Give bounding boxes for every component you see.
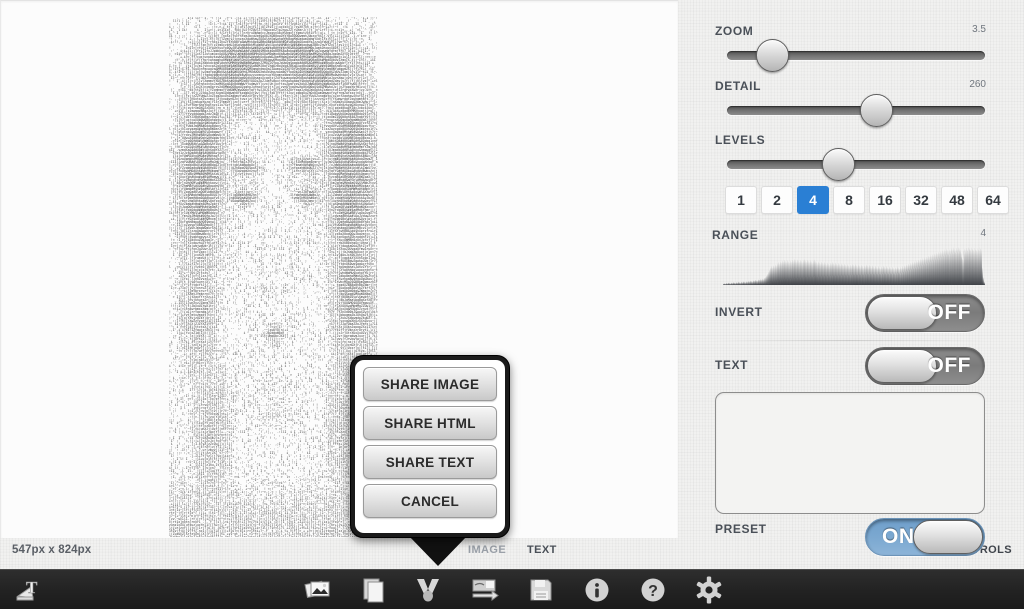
level-button-4[interactable]: 4: [797, 186, 829, 214]
panel-divider: [714, 340, 986, 341]
zoom-label: ZOOM: [715, 24, 754, 38]
help-icon[interactable]: ?: [638, 575, 668, 605]
image-to-text-icon[interactable]: T: [14, 575, 44, 605]
zoom-value: 3.5: [972, 24, 986, 35]
level-button-16[interactable]: 16: [869, 186, 901, 214]
level-buttons-row: 1 2 4 8 16 32 48 64: [725, 186, 1009, 214]
levels-slider[interactable]: [727, 148, 985, 181]
detail-slider-handle[interactable]: [859, 94, 893, 127]
cancel-button[interactable]: CANCEL: [363, 484, 497, 518]
svg-text:T: T: [26, 578, 38, 597]
share-text-button[interactable]: SHARE TEXT: [363, 445, 497, 479]
preset-toggle-knob: [913, 520, 983, 554]
text-label: TEXT: [715, 358, 749, 372]
invert-toggle-knob: [867, 296, 937, 330]
level-button-2[interactable]: 2: [761, 186, 793, 214]
level-button-48[interactable]: 48: [941, 186, 973, 214]
zoom-slider-handle[interactable]: [756, 39, 790, 72]
preset-toggle[interactable]: ON: [865, 518, 985, 556]
range-label: RANGE: [712, 228, 759, 242]
popover-tail: [408, 535, 468, 566]
invert-toggle-state: OFF: [927, 301, 971, 324]
tab-image[interactable]: IMAGE: [468, 544, 506, 556]
range-value: 4: [980, 228, 986, 239]
bottom-toolbar: T ?: [0, 569, 1024, 609]
documents-icon[interactable]: [359, 575, 389, 605]
share-image-button[interactable]: SHARE IMAGE: [363, 367, 497, 401]
share-popover-inner: SHARE IMAGE SHARE HTML SHARE TEXT CANCEL: [355, 360, 505, 533]
level-button-1[interactable]: 1: [725, 186, 757, 214]
settings-gear-icon[interactable]: [694, 575, 724, 605]
detail-value: 260: [969, 79, 986, 90]
level-button-32[interactable]: 32: [905, 186, 937, 214]
ascii-art-app: . , i:I lI!^ i, ^! ;;I ,>^l -;lI +]'[>[:…: [0, 0, 1024, 609]
preset-label: PRESET: [715, 522, 767, 536]
save-icon[interactable]: [526, 575, 556, 605]
image-dimensions-label: 547px x 824px: [12, 544, 92, 556]
image-canvas[interactable]: . , i:I lI!^ i, ^! ;;I ,>^l -;lI +]'[>[:…: [0, 0, 678, 538]
detail-label: DETAIL: [715, 79, 762, 93]
export-icon[interactable]: [470, 575, 500, 605]
level-button-64[interactable]: 64: [977, 186, 1009, 214]
share-icon[interactable]: [413, 575, 443, 605]
level-button-8[interactable]: 8: [833, 186, 865, 214]
controls-panel: ZOOM 3.5 DETAIL 260 LEVELS 1 2 4 8 16 32 48 64 …: [679, 0, 1024, 556]
info-icon[interactable]: [582, 575, 612, 605]
text-preview-box[interactable]: [715, 392, 985, 514]
levels-slider-handle[interactable]: [821, 148, 855, 181]
invert-toggle[interactable]: OFF: [865, 294, 985, 332]
photos-icon[interactable]: [303, 575, 333, 605]
range-histogram[interactable]: [723, 245, 985, 285]
levels-label: LEVELS: [715, 133, 766, 147]
share-popover: SHARE IMAGE SHARE HTML SHARE TEXT CANCEL: [350, 355, 510, 538]
share-html-button[interactable]: SHARE HTML: [363, 406, 497, 440]
preset-toggle-state: ON: [882, 525, 915, 548]
svg-text:?: ?: [648, 583, 658, 600]
detail-slider[interactable]: [727, 94, 985, 127]
zoom-slider[interactable]: [727, 39, 985, 72]
text-toggle[interactable]: OFF: [865, 347, 985, 385]
text-toggle-state: OFF: [927, 354, 971, 377]
invert-label: INVERT: [715, 305, 763, 319]
tab-text[interactable]: TEXT: [527, 544, 557, 556]
text-toggle-knob: [867, 349, 937, 383]
